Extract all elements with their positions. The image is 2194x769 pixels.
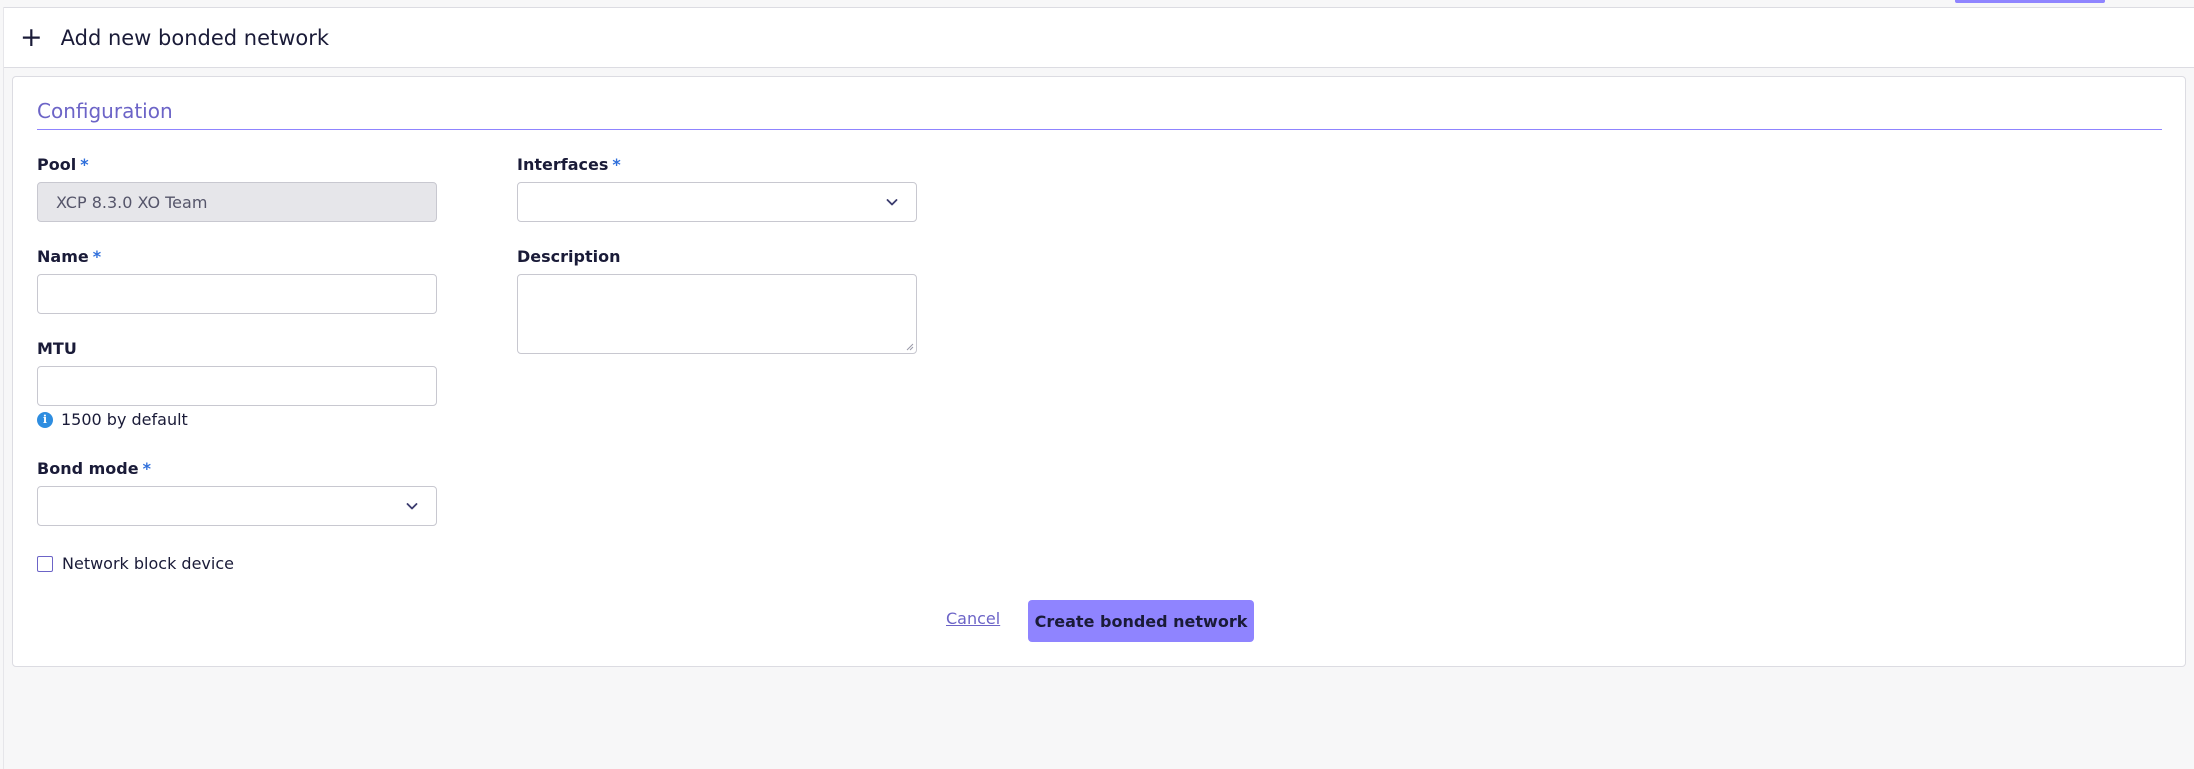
cancel-button[interactable]: Cancel [946, 609, 1000, 628]
network-block-device-row[interactable]: Network block device [37, 554, 234, 573]
left-divider [3, 7, 4, 769]
interfaces-label: Interfaces * [517, 155, 621, 174]
name-label: Name * [37, 247, 101, 266]
bond-mode-label: Bond mode * [37, 459, 151, 478]
pool-value: XCP 8.3.0 XO Team [56, 192, 208, 212]
pool-label-text: Pool [37, 155, 77, 174]
page: + Add new bonded network Configuration P… [0, 0, 2194, 769]
description-label-text: Description [517, 247, 621, 266]
bond-mode-select[interactable] [37, 486, 437, 526]
required-marker: * [142, 459, 151, 478]
mtu-input[interactable] [37, 366, 437, 406]
interfaces-label-text: Interfaces [517, 155, 609, 174]
plus-icon: + [20, 22, 43, 53]
active-tab-indicator [1955, 0, 2105, 3]
network-block-device-label: Network block device [62, 554, 234, 573]
pool-field: XCP 8.3.0 XO Team [37, 182, 437, 222]
description-label: Description [517, 247, 620, 266]
section-divider [37, 129, 2162, 130]
required-marker: * [92, 247, 102, 266]
name-input[interactable] [37, 274, 437, 314]
mtu-label-text: MTU [37, 339, 77, 358]
create-bonded-network-button[interactable]: Create bonded network [1028, 600, 1254, 642]
pool-label: Pool * [37, 155, 89, 174]
mtu-hint-text: 1500 by default [61, 410, 188, 429]
required-marker: * [80, 155, 89, 174]
mtu-label: MTU [37, 339, 77, 358]
interfaces-select[interactable] [517, 182, 917, 222]
network-block-device-checkbox[interactable] [37, 555, 53, 572]
description-textarea[interactable] [517, 274, 917, 354]
chevron-down-icon [886, 199, 898, 206]
info-icon: i [37, 411, 53, 428]
bond-mode-label-text: Bond mode [37, 459, 139, 478]
name-label-text: Name [37, 247, 89, 266]
configuration-card: Configuration Pool * XCP 8.3.0 XO Team Na… [12, 76, 2186, 667]
mtu-hint: i 1500 by default [37, 410, 188, 429]
page-title: Add new bonded network [60, 25, 330, 50]
required-marker: * [612, 155, 621, 174]
chevron-down-icon [406, 503, 418, 510]
page-header: + Add new bonded network [4, 7, 2194, 68]
section-title: Configuration [37, 99, 173, 123]
resize-grip-icon[interactable] [906, 343, 914, 351]
